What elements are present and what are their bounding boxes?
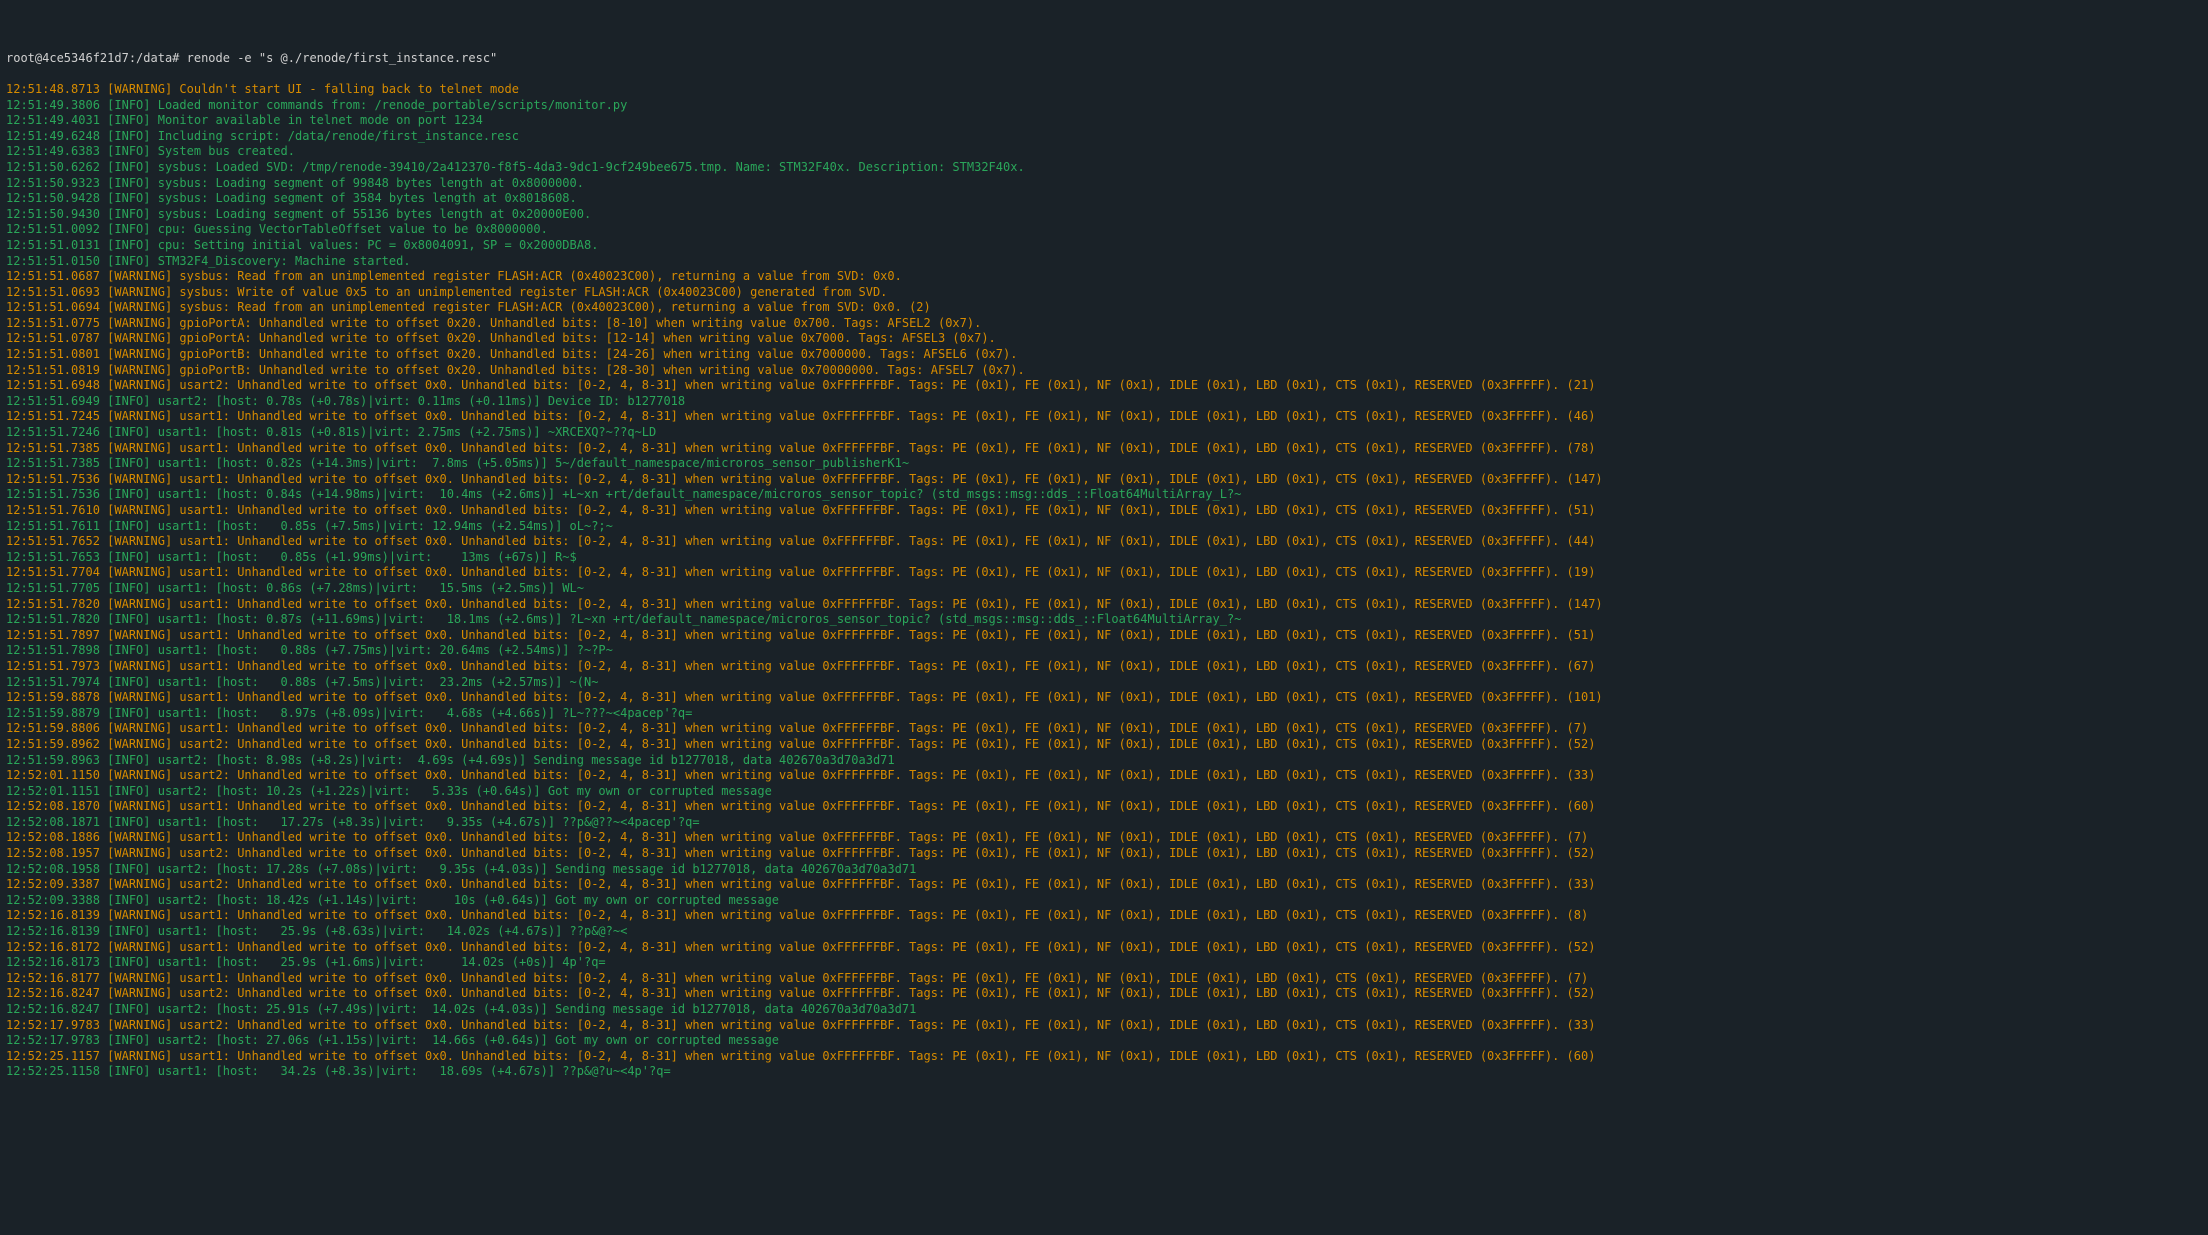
- log-line: 12:52:16.8172 [WARNING] usart1: Unhandle…: [6, 940, 2202, 956]
- log-line: 12:51:51.0787 [WARNING] gpioPortA: Unhan…: [6, 331, 2202, 347]
- log-line: 12:51:51.7898 [INFO] usart1: [host: 0.88…: [6, 643, 2202, 659]
- log-line: 12:51:51.7974 [INFO] usart1: [host: 0.88…: [6, 675, 2202, 691]
- log-line: 12:51:51.7653 [INFO] usart1: [host: 0.85…: [6, 550, 2202, 566]
- log-line: 12:52:25.1158 [INFO] usart1: [host: 34.2…: [6, 1064, 2202, 1080]
- log-line: 12:52:08.1870 [WARNING] usart1: Unhandle…: [6, 799, 2202, 815]
- log-line: 12:51:50.6262 [INFO] sysbus: Loaded SVD:…: [6, 160, 2202, 176]
- log-line: 12:51:59.8878 [WARNING] usart1: Unhandle…: [6, 690, 2202, 706]
- log-line: 12:51:51.0131 [INFO] cpu: Setting initia…: [6, 238, 2202, 254]
- log-line: 12:51:49.6248 [INFO] Including script: /…: [6, 129, 2202, 145]
- log-line: 12:51:59.8806 [WARNING] usart1: Unhandle…: [6, 721, 2202, 737]
- log-line: 12:51:59.8879 [INFO] usart1: [host: 8.97…: [6, 706, 2202, 722]
- log-line: 12:51:51.0694 [WARNING] sysbus: Read fro…: [6, 300, 2202, 316]
- log-line: 12:51:51.7536 [WARNING] usart1: Unhandle…: [6, 472, 2202, 488]
- log-line: 12:51:49.3806 [INFO] Loaded monitor comm…: [6, 98, 2202, 114]
- log-line: 12:51:49.6383 [INFO] System bus created.: [6, 144, 2202, 160]
- log-line: 12:51:51.7704 [WARNING] usart1: Unhandle…: [6, 565, 2202, 581]
- log-line: 12:51:59.8962 [WARNING] usart2: Unhandle…: [6, 737, 2202, 753]
- log-line: 12:51:51.7385 [WARNING] usart1: Unhandle…: [6, 441, 2202, 457]
- log-line: 12:51:50.9430 [INFO] sysbus: Loading seg…: [6, 207, 2202, 223]
- log-line: 12:52:08.1957 [WARNING] usart2: Unhandle…: [6, 846, 2202, 862]
- log-line: 12:52:09.3388 [INFO] usart2: [host: 18.4…: [6, 893, 2202, 909]
- log-line: 12:52:16.8177 [WARNING] usart1: Unhandle…: [6, 971, 2202, 987]
- log-line: 12:51:51.7897 [WARNING] usart1: Unhandle…: [6, 628, 2202, 644]
- log-line: 12:51:51.7536 [INFO] usart1: [host: 0.84…: [6, 487, 2202, 503]
- terminal-output: root@4ce5346f21d7:/data# renode -e "s @.…: [0, 31, 2208, 1099]
- log-line: 12:51:51.0092 [INFO] cpu: Guessing Vecto…: [6, 222, 2202, 238]
- log-line: 12:51:51.0819 [WARNING] gpioPortB: Unhan…: [6, 363, 2202, 379]
- log-line: 12:52:08.1886 [WARNING] usart1: Unhandle…: [6, 830, 2202, 846]
- log-line: 12:51:50.9428 [INFO] sysbus: Loading seg…: [6, 191, 2202, 207]
- log-line: 12:51:51.7652 [WARNING] usart1: Unhandle…: [6, 534, 2202, 550]
- log-line: 12:52:16.8173 [INFO] usart1: [host: 25.9…: [6, 955, 2202, 971]
- log-line: 12:51:51.0693 [WARNING] sysbus: Write of…: [6, 285, 2202, 301]
- log-line: 12:51:51.7245 [WARNING] usart1: Unhandle…: [6, 409, 2202, 425]
- log-line: 12:51:50.9323 [INFO] sysbus: Loading seg…: [6, 176, 2202, 192]
- log-line: 12:51:51.7610 [WARNING] usart1: Unhandle…: [6, 503, 2202, 519]
- log-line: 12:51:51.6949 [INFO] usart2: [host: 0.78…: [6, 394, 2202, 410]
- log-line: 12:52:17.9783 [INFO] usart2: [host: 27.0…: [6, 1033, 2202, 1049]
- log-line: 12:51:51.7973 [WARNING] usart1: Unhandle…: [6, 659, 2202, 675]
- log-line: 12:52:08.1958 [INFO] usart2: [host: 17.2…: [6, 862, 2202, 878]
- log-line: 12:52:16.8247 [WARNING] usart2: Unhandle…: [6, 986, 2202, 1002]
- log-line: 12:51:51.7385 [INFO] usart1: [host: 0.82…: [6, 456, 2202, 472]
- log-line: 12:51:51.7705 [INFO] usart1: [host: 0.86…: [6, 581, 2202, 597]
- log-line: 12:51:49.4031 [INFO] Monitor available i…: [6, 113, 2202, 129]
- shell-prompt-line: root@4ce5346f21d7:/data# renode -e "s @.…: [6, 51, 2202, 67]
- log-line: 12:52:16.8247 [INFO] usart2: [host: 25.9…: [6, 1002, 2202, 1018]
- log-line: 12:51:51.0150 [INFO] STM32F4_Discovery: …: [6, 254, 2202, 270]
- shell-prompt: root@4ce5346f21d7:/data#: [6, 51, 187, 65]
- log-line: 12:52:16.8139 [INFO] usart1: [host: 25.9…: [6, 924, 2202, 940]
- log-line: 12:51:51.7611 [INFO] usart1: [host: 0.85…: [6, 519, 2202, 535]
- log-line: 12:51:48.8713 [WARNING] Couldn't start U…: [6, 82, 2202, 98]
- log-line: 12:51:51.7246 [INFO] usart1: [host: 0.81…: [6, 425, 2202, 441]
- log-line: 12:52:01.1150 [WARNING] usart2: Unhandle…: [6, 768, 2202, 784]
- log-line: 12:51:51.0775 [WARNING] gpioPortA: Unhan…: [6, 316, 2202, 332]
- log-line: 12:51:51.7820 [WARNING] usart1: Unhandle…: [6, 597, 2202, 613]
- log-line: 12:51:51.7820 [INFO] usart1: [host: 0.87…: [6, 612, 2202, 628]
- log-line: 12:52:17.9783 [WARNING] usart2: Unhandle…: [6, 1018, 2202, 1034]
- log-line: 12:52:08.1871 [INFO] usart1: [host: 17.2…: [6, 815, 2202, 831]
- log-line: 12:51:51.0687 [WARNING] sysbus: Read fro…: [6, 269, 2202, 285]
- log-line: 12:52:09.3387 [WARNING] usart2: Unhandle…: [6, 877, 2202, 893]
- log-line: 12:52:01.1151 [INFO] usart2: [host: 10.2…: [6, 784, 2202, 800]
- log-lines: 12:51:48.8713 [WARNING] Couldn't start U…: [6, 82, 2202, 1080]
- shell-command: renode -e "s @./renode/first_instance.re…: [187, 51, 498, 65]
- log-line: 12:51:51.0801 [WARNING] gpioPortB: Unhan…: [6, 347, 2202, 363]
- log-line: 12:52:16.8139 [WARNING] usart1: Unhandle…: [6, 908, 2202, 924]
- log-line: 12:52:25.1157 [WARNING] usart1: Unhandle…: [6, 1049, 2202, 1065]
- log-line: 12:51:59.8963 [INFO] usart2: [host: 8.98…: [6, 753, 2202, 769]
- log-line: 12:51:51.6948 [WARNING] usart2: Unhandle…: [6, 378, 2202, 394]
